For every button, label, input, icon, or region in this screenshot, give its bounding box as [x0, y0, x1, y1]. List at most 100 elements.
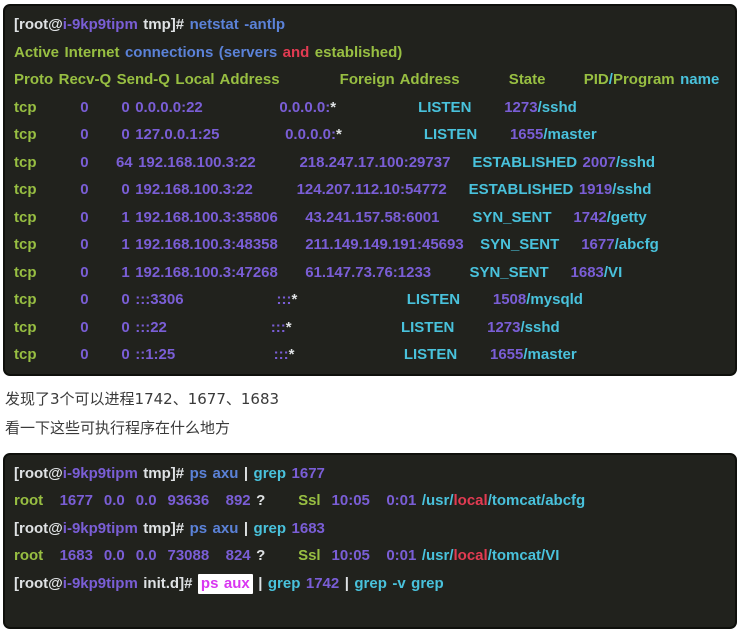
text-segment	[454, 319, 487, 336]
text-segment: 0	[80, 181, 88, 198]
text-segment: tcp	[14, 291, 37, 308]
text-segment: :::	[271, 319, 286, 336]
terminal-line: root 1683 0.0 0.0 73088 824 ? Ssl 10:05 …	[14, 542, 731, 570]
text-segment	[43, 492, 59, 509]
text-segment	[37, 319, 81, 336]
text-segment	[37, 291, 81, 308]
text-segment: LISTEN	[418, 99, 471, 116]
text-segment: 0	[80, 209, 88, 226]
text-segment: 0	[80, 236, 88, 253]
text-segment	[184, 291, 277, 308]
highlighted-command: ps aux	[198, 574, 253, 594]
text-segment: /sshd	[538, 99, 577, 116]
text-segment: tcp	[14, 236, 37, 253]
text-segment: /mysqld	[526, 291, 583, 308]
text-segment: 0.0.0.0:	[285, 126, 336, 143]
text-segment: Program	[613, 71, 675, 88]
terminal-line: [root@i-9kp9tipm init.d]# ps aux | grep …	[14, 570, 731, 598]
terminal-line: tcp 0 1 192.168.100.3:48358 211.149.149.…	[14, 231, 731, 259]
text-segment	[37, 154, 81, 171]
text-segment: Ssl	[298, 547, 321, 564]
text-segment: LISTEN	[401, 319, 454, 336]
note-line-1: 发现了3个可以进程1742、1677、1683	[5, 385, 736, 414]
terminal-line: [root@i-9kp9tipm tmp]# ps axu | grep 168…	[14, 515, 731, 543]
text-segment: 73088	[167, 547, 209, 564]
text-segment: LISTEN	[407, 291, 460, 308]
text-segment: 1677	[581, 236, 614, 253]
text-segment: tmp]#	[138, 520, 190, 537]
text-segment: 0:01	[386, 547, 416, 564]
text-segment	[89, 154, 116, 171]
text-segment: 0	[80, 154, 88, 171]
text-segment: ?	[251, 492, 298, 509]
terminal-line: Active Internet connections (servers and…	[14, 39, 731, 67]
terminal-line: [root@i-9kp9tipm tmp]# ps axu | grep 167…	[14, 460, 731, 488]
text-segment: local	[454, 492, 488, 509]
text-segment	[203, 99, 280, 116]
text-segment: 1677	[60, 492, 93, 509]
text-segment	[89, 181, 122, 198]
text-segment: 1683	[571, 264, 604, 281]
text-segment	[89, 99, 122, 116]
text-segment: 0 127.0.0.1:25	[121, 126, 219, 143]
text-segment: 0 0.0.0.0:22	[121, 99, 202, 116]
terminal-line: tcp 0 1 192.168.100.3:35806 43.241.157.5…	[14, 204, 731, 232]
text-segment	[167, 319, 271, 336]
text-segment: /tomcat/VI	[488, 547, 560, 564]
text-segment: ESTABLISHED	[472, 154, 577, 171]
page: [root@i-9kp9tipm tmp]# netstat -antlpAct…	[0, 4, 740, 629]
text-segment	[209, 492, 225, 509]
text-segment: 64 192.168.100.3:22	[116, 154, 256, 171]
text-segment: local	[454, 547, 488, 564]
text-segment: SYN_SENT	[469, 264, 548, 281]
text-segment	[460, 291, 493, 308]
text-segment: 1655	[510, 126, 543, 143]
text-segment: /sshd	[616, 154, 655, 171]
text-segment: /master	[523, 346, 576, 363]
terminal-line: root 1677 0.0 0.0 93636 892 ? Ssl 10:05 …	[14, 487, 731, 515]
text-segment: 1273	[487, 319, 520, 336]
note-line-2: 看一下这些可执行程序在什么地方	[5, 414, 736, 443]
text-segment	[278, 209, 305, 226]
text-segment: tcp	[14, 154, 37, 171]
terminal-line: tcp 0 0 :::3306 :::* LISTEN 1508/mysqld	[14, 286, 731, 314]
text-segment: :::	[274, 346, 289, 363]
text-segment	[37, 126, 81, 143]
text-segment: :::	[277, 291, 292, 308]
text-segment: tcp	[14, 264, 37, 281]
text-segment	[89, 264, 122, 281]
text-segment: 1683	[292, 520, 325, 537]
text-segment: established)	[309, 44, 402, 61]
text-segment	[125, 547, 136, 564]
text-segment: /sshd	[521, 319, 560, 336]
text-segment	[471, 99, 504, 116]
text-segment: [root@	[14, 465, 63, 482]
text-segment: 43.241.157.58:6001	[305, 209, 439, 226]
text-segment	[253, 181, 297, 198]
text-segment: /abcfg	[615, 236, 659, 253]
text-segment: 0.0	[136, 492, 157, 509]
text-segment: |	[339, 575, 354, 592]
text-segment: LISTEN	[424, 126, 477, 143]
text-segment: 1508	[493, 291, 526, 308]
text-segment: tcp	[14, 209, 37, 226]
text-segment: |	[253, 575, 268, 592]
text-segment: |	[244, 465, 254, 482]
text-segment: Ssl	[298, 492, 321, 509]
text-segment	[157, 547, 168, 564]
terminal-line: tcp 0 0 0.0.0.0:22 0.0.0.0:* LISTEN 1273…	[14, 94, 731, 122]
text-segment: 1742	[573, 209, 606, 226]
text-segment	[278, 236, 305, 253]
text-segment: 0.0.0.0:	[279, 99, 330, 116]
terminal-line: Proto Recv-Q Send-Q Local Address Foreig…	[14, 66, 731, 94]
text-segment: 1 192.168.100.3:35806	[121, 209, 277, 226]
text-segment: 124.207.112.10:54772	[297, 181, 447, 198]
text-segment: netstat -antlp	[190, 16, 285, 33]
text-segment: [root@	[14, 16, 63, 33]
text-segment	[89, 291, 122, 308]
text-segment	[89, 126, 122, 143]
text-segment: tmp]#	[138, 465, 190, 482]
text-segment: *	[289, 346, 404, 363]
text-segment: SYN_SENT	[480, 236, 559, 253]
text-segment: 2007	[583, 154, 616, 171]
